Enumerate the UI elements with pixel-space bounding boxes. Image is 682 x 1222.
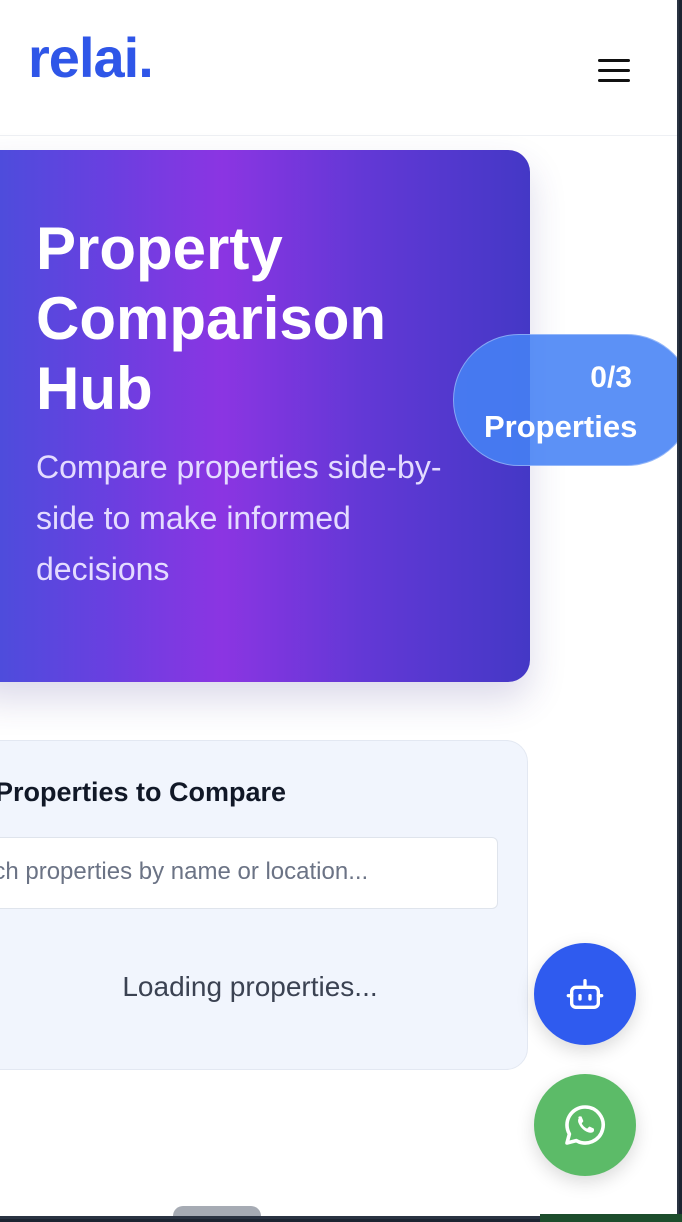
search-input[interactable]	[0, 838, 497, 908]
compare-panel: Properties to Compare arch properties by…	[0, 740, 528, 1070]
loading-message: Loading properties...	[122, 971, 378, 1002]
menu-line	[598, 69, 630, 72]
menu-line	[598, 79, 630, 82]
menu-line	[598, 59, 630, 62]
counter-label: Properties	[484, 409, 638, 444]
page-title: Property Comparison Hub	[36, 215, 387, 422]
hamburger-menu-icon[interactable]	[592, 52, 636, 88]
page-subtitle: Compare properties side-by-side to make …	[36, 449, 442, 587]
panel-title: Properties to Compare	[0, 777, 286, 808]
whatsapp-button[interactable]	[534, 1074, 636, 1176]
top-header: relai.	[0, 0, 677, 136]
search-field[interactable]: arch properties by name or location...	[0, 837, 498, 909]
counter-count: 0/3	[590, 361, 632, 394]
robot-icon	[566, 979, 604, 1009]
hero-banner: Property Comparison Hub Compare properti…	[0, 150, 530, 682]
properties-counter-badge: 0/3 Properties	[453, 334, 677, 466]
relai-logo[interactable]: relai.	[28, 30, 154, 86]
window-corner-bar	[540, 1214, 682, 1222]
chatbot-button[interactable]	[534, 943, 636, 1045]
app-frame: relai. Property Comparison Hub Compare p…	[0, 0, 679, 1219]
scroll-indicator	[173, 1206, 261, 1216]
whatsapp-icon	[565, 1105, 605, 1145]
panel-title-text: Properties to Compare	[0, 777, 287, 807]
